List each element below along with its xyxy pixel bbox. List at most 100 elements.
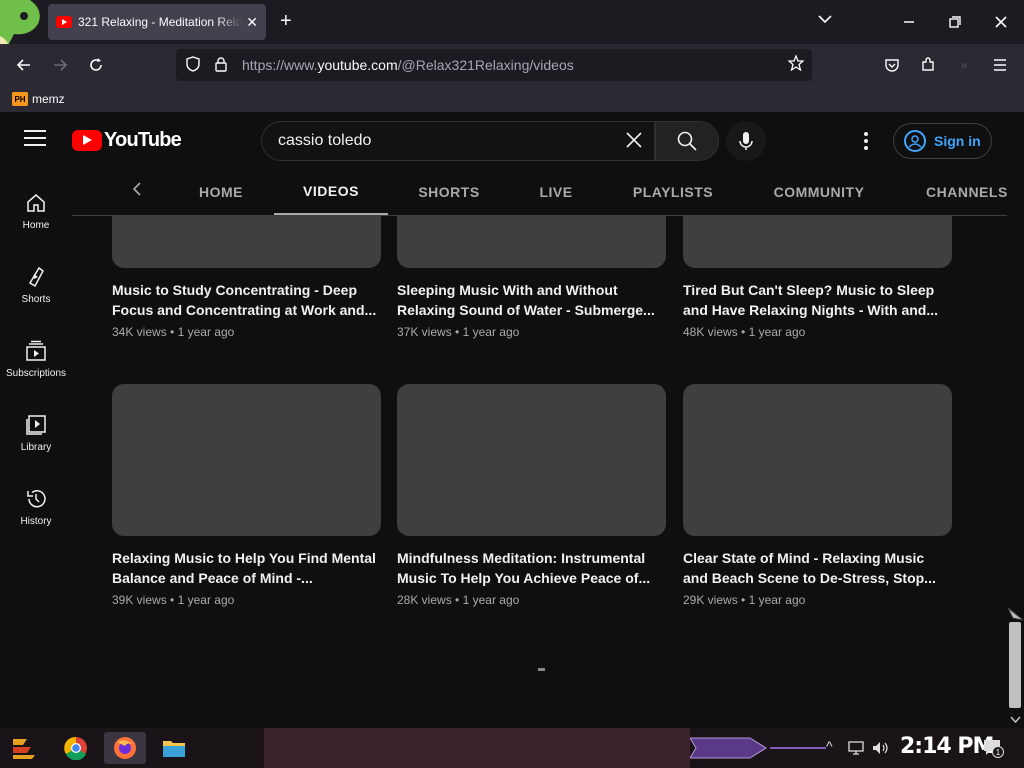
video-card[interactable]: Sleeping Music With and Without Relaxing… [397,216,666,339]
file-explorer-taskbar-button[interactable] [158,732,190,764]
video-thumbnail[interactable] [112,216,381,268]
video-title[interactable]: Music to Study Concentrating - Deep Focu… [112,280,381,320]
browser-tab-active[interactable]: 321 Relaxing - Meditation Relax ✕ [48,4,266,40]
new-tab-button[interactable]: + [280,10,292,33]
tab-close-icon[interactable]: ✕ [246,14,258,31]
video-thumbnail[interactable] [397,384,666,536]
chrome-taskbar-button[interactable] [60,732,92,764]
volume-icon[interactable] [872,741,890,755]
view-count: 37K views [397,325,452,339]
sign-in-label: Sign in [934,133,981,149]
scroll-down-arrow-icon[interactable] [1007,714,1024,726]
tab-channels[interactable]: CHANNELS [926,168,1007,215]
taskbar-apps-area [264,728,690,768]
screen: { "browser": { "tab_title": "321 Relaxin… [0,0,1024,768]
taskbar-clock[interactable]: 2:14 PM [900,734,994,759]
tab-live[interactable]: LIVE [528,168,584,215]
notifications-button[interactable]: 1 [982,738,1004,758]
tab-shorts[interactable]: SHORTS [408,168,490,215]
video-title[interactable]: Relaxing Music to Help You Find Mental B… [112,548,381,588]
video-card[interactable]: Music to Study Concentrating - Deep Focu… [112,216,381,339]
start-logo-icon [13,739,35,759]
page-scrollbar[interactable] [1007,112,1024,728]
forward-arrow-icon [54,59,68,71]
shield-icon[interactable] [186,55,200,75]
video-grid: Music to Study Concentrating - Deep Focu… [0,216,1007,728]
tabs-scroll-left-icon[interactable] [132,180,142,203]
clear-search-icon[interactable] [626,128,642,154]
video-meta: 39K views • 1 year ago [112,593,381,607]
scrollbar-thumb[interactable] [1009,622,1021,708]
bookmark-memz[interactable]: PH memz [12,92,65,106]
extensions-button[interactable] [914,52,942,78]
url-bar[interactable]: https://www.youtube.com/@Relax321Relaxin… [176,49,812,81]
meta-separator: • [170,325,175,339]
upload-age: 1 year ago [748,593,806,607]
upload-age: 1 year ago [462,325,520,339]
youtube-logo[interactable]: YouTube [72,129,182,152]
view-count: 39K views [112,593,167,607]
search-button[interactable] [655,121,719,161]
video-thumbnail[interactable] [683,216,952,268]
masthead: YouTube cassio toledo Sign in [0,112,1024,168]
meta-separator: • [741,593,746,607]
tray-expand-icon[interactable]: ^ [826,738,833,754]
pocket-icon [885,59,899,72]
upload-age: 1 year ago [177,325,235,339]
firefox-taskbar-button[interactable] [104,732,146,764]
url-path: /@Relax321Relaxing/videos [397,57,574,73]
restore-button[interactable] [932,0,978,44]
network-icon[interactable] [848,741,864,755]
browser-nav-bar: https://www.youtube.com/@Relax321Relaxin… [0,44,1024,86]
video-card[interactable]: Clear State of Mind - Relaxing Music and… [683,384,952,607]
pocket-button[interactable] [878,52,906,78]
sign-in-button[interactable]: Sign in [893,123,992,159]
forward-button[interactable] [46,52,74,78]
app-menu-button[interactable] [986,52,1014,78]
taskbar-decoration-icon [690,737,767,759]
reload-button[interactable] [82,52,110,78]
tab-community[interactable]: COMMUNITY [762,168,876,215]
voice-search-button[interactable] [726,121,766,161]
guide-menu-icon[interactable] [24,130,46,150]
video-title[interactable]: Mindfulness Meditation: Instrumental Mus… [397,548,666,588]
view-count: 34K views [112,325,167,339]
tab-videos[interactable]: VIDEOS [274,168,388,215]
video-title[interactable]: Sleeping Music With and Without Relaxing… [397,280,666,320]
search-icon [677,131,697,151]
list-tabs-chevron-icon[interactable] [818,12,832,27]
bookmark-star-icon[interactable] [787,54,805,76]
home-icon [27,194,45,212]
firefox-icon [114,737,136,759]
bookmark-label: memz [32,92,65,106]
settings-more-icon[interactable] [856,128,876,154]
bookmarks-toolbar: PH memz [0,86,1024,112]
lock-icon[interactable] [214,56,228,75]
overflow-button[interactable]: » [950,52,978,78]
reload-icon [90,58,102,71]
video-thumbnail[interactable] [683,384,952,536]
url-text: https://www.youtube.com/@Relax321Relaxin… [242,57,574,73]
tab-playlists[interactable]: PLAYLISTS [624,168,722,215]
youtube-page: YouTube cassio toledo Sign in Home Short… [0,112,1024,728]
start-button[interactable] [8,732,40,764]
video-thumbnail[interactable] [397,216,666,268]
browser-tab-bar: 321 Relaxing - Meditation Relax ✕ + [0,0,1024,60]
video-card[interactable]: Relaxing Music to Help You Find Mental B… [112,384,381,607]
url-prefix: https://www. [242,57,318,73]
overflow-chevron-icon: » [960,58,968,72]
tab-home[interactable]: HOME [184,168,258,215]
minimize-button[interactable] [886,0,932,44]
search-input[interactable]: cassio toledo [278,132,626,150]
close-window-button[interactable] [978,0,1024,44]
upload-age: 1 year ago [748,325,806,339]
hamburger-menu-icon [994,59,1006,71]
video-title[interactable]: Clear State of Mind - Relaxing Music and… [683,548,952,588]
search-box[interactable]: cassio toledo [261,121,655,161]
bookmark-favicon-icon: PH [12,92,28,106]
back-button[interactable] [10,52,38,78]
video-card[interactable]: Tired But Can't Sleep? Music to Sleep an… [683,216,952,339]
video-thumbnail[interactable] [112,384,381,536]
video-title[interactable]: Tired But Can't Sleep? Music to Sleep an… [683,280,952,320]
video-card[interactable]: Mindfulness Meditation: Instrumental Mus… [397,384,666,607]
